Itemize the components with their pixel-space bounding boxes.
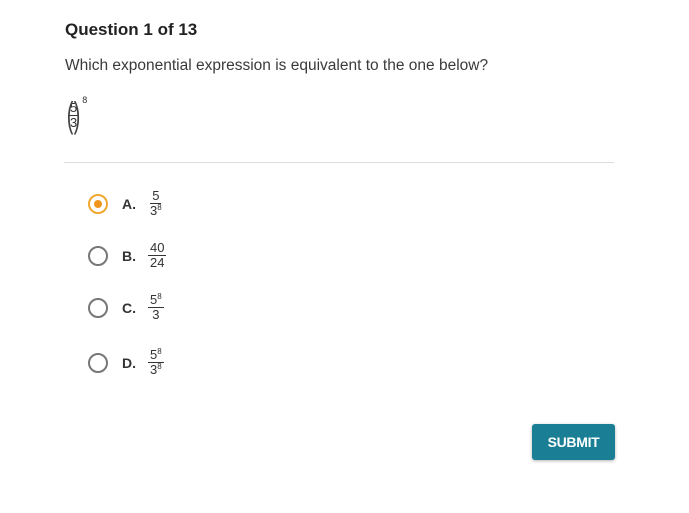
radio-button-selected-icon[interactable]: [88, 193, 108, 214]
option-numerator: 40: [150, 240, 165, 255]
question-expression: ( 5 3 ) 8: [64, 94, 88, 135]
submit-button[interactable]: SUBMIT: [532, 424, 615, 460]
denominator-exponent: 8: [157, 362, 162, 371]
option-fraction: 40 24: [148, 240, 167, 270]
numerator-exponent: 8: [157, 292, 162, 301]
option-a[interactable]: A. 5 38: [88, 189, 164, 218]
option-letter: D.: [122, 354, 136, 371]
option-d[interactable]: D. 58 38: [88, 348, 164, 377]
option-b[interactable]: B. 40 24: [88, 240, 167, 270]
denominator-exponent: 8: [157, 203, 162, 212]
radio-button-icon[interactable]: [88, 245, 108, 266]
expression-exponent: 8: [82, 95, 88, 105]
option-denominator: 24: [150, 255, 165, 270]
option-fraction: 58 3: [148, 293, 164, 322]
radio-button-icon[interactable]: [88, 352, 108, 373]
right-paren: ): [73, 94, 81, 135]
option-letter: C.: [122, 299, 136, 316]
option-fraction: 58 38: [148, 348, 164, 377]
option-fraction: 5 38: [148, 189, 164, 218]
question-counter: Question 1 of 13: [65, 20, 198, 39]
option-denominator: 3: [152, 307, 160, 322]
option-letter: B.: [122, 247, 136, 264]
numerator-exponent: 8: [157, 347, 162, 356]
left-paren: (: [66, 94, 74, 135]
divider: [64, 162, 614, 163]
radio-button-icon[interactable]: [88, 297, 108, 318]
question-prompt: Which exponential expression is equivale…: [65, 57, 489, 74]
option-c[interactable]: C. 58 3: [88, 293, 164, 322]
option-letter: A.: [122, 195, 136, 212]
option-numerator: 5: [152, 188, 160, 203]
